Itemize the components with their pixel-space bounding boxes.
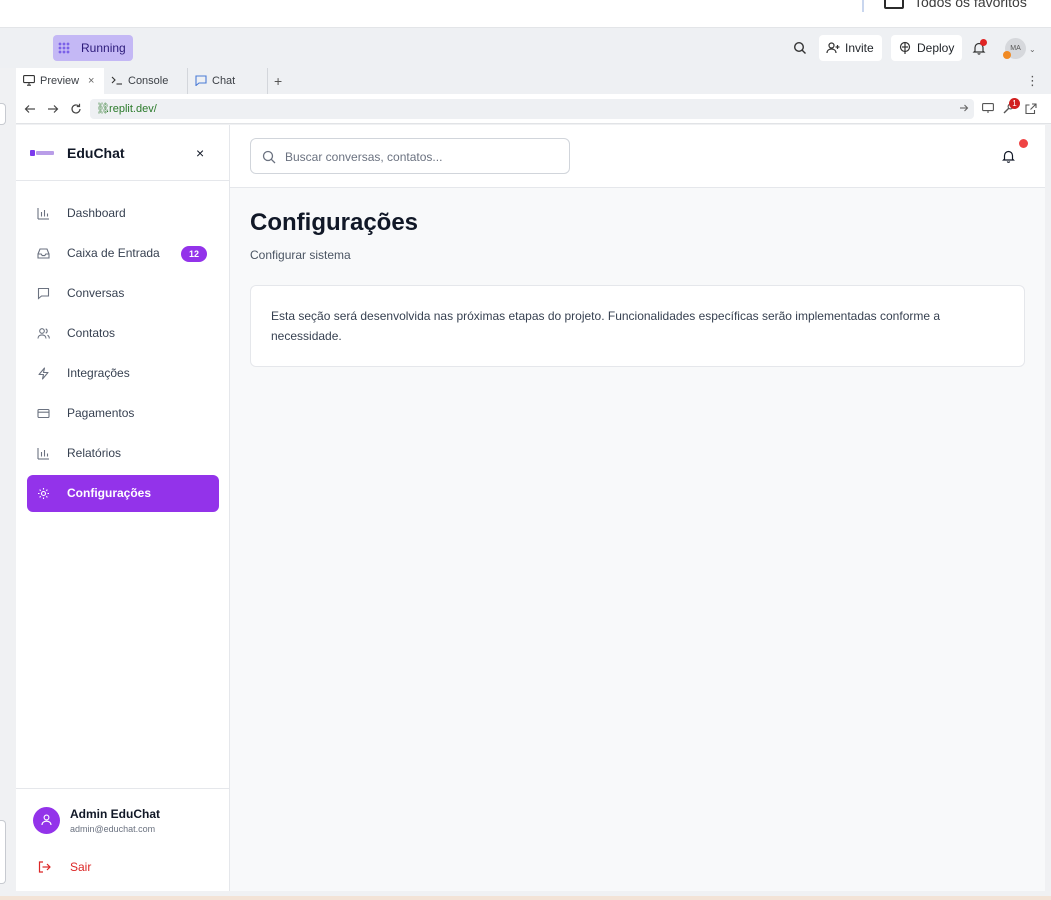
forward-arrow-icon[interactable]: [47, 103, 59, 115]
url-input[interactable]: ⛓.replit.dev/: [90, 99, 974, 119]
replit-header: Running Invite Deploy MA ⌄: [0, 28, 1051, 68]
sidebar-item-label: Configurações: [67, 486, 152, 500]
tab-chat[interactable]: Chat: [188, 68, 268, 94]
deploy-label: Deploy: [917, 41, 955, 55]
preview-url-bar: ⛓.replit.dev/ 1: [16, 94, 1051, 124]
search-input[interactable]: [285, 147, 555, 167]
info-card: Esta seção será desenvolvida nas próxima…: [250, 285, 1025, 367]
info-card-text: Esta seção será desenvolvida nas próxima…: [271, 309, 941, 343]
external-link-icon[interactable]: [1025, 103, 1037, 115]
credit-card-icon: [37, 408, 50, 419]
search-box: [250, 138, 570, 174]
sidebar-item-label: Caixa de Entrada: [67, 246, 160, 260]
main-topbar: [230, 125, 1045, 188]
add-tab-button[interactable]: +: [274, 68, 282, 94]
url-text: .replit.dev/: [106, 103, 157, 115]
sidebar-item-label: Pagamentos: [67, 406, 135, 420]
add-user-icon: [826, 42, 840, 54]
search-icon: [262, 150, 276, 164]
run-grid-icon[interactable]: [53, 35, 74, 61]
close-tab-icon[interactable]: ×: [88, 68, 94, 94]
notification-dot: [980, 39, 987, 46]
sidebar-item-label: Conversas: [67, 286, 125, 300]
sidebar-item-label: Dashboard: [67, 206, 126, 220]
chat-icon: [195, 75, 207, 86]
inbox-count-badge: 12: [181, 246, 208, 262]
message-square-icon: [37, 287, 50, 300]
invite-label: Invite: [845, 41, 874, 55]
chevron-down-icon[interactable]: ⌄: [1029, 45, 1036, 54]
all-favorites-link[interactable]: Todos os favoritos: [914, 0, 1027, 10]
avatar-status-dot: [1003, 51, 1011, 59]
favorites-separator: [862, 0, 864, 12]
bar-chart-icon: [37, 208, 49, 220]
tab-preview-label: Preview: [40, 75, 80, 87]
inbox-icon: [37, 248, 50, 259]
sidebar-item-reports[interactable]: Relatórios: [27, 435, 219, 472]
user-name: Admin EduChat: [70, 807, 160, 821]
sidebar-item-conversations[interactable]: Conversas: [27, 275, 219, 312]
window-bottom-edge: [0, 896, 1051, 900]
folder-icon[interactable]: [884, 0, 904, 9]
tab-console[interactable]: Console: [104, 68, 188, 94]
deploy-button[interactable]: Deploy: [891, 35, 963, 61]
sidebar-item-label: Relatórios: [67, 446, 122, 460]
more-options-icon[interactable]: ⋮: [1026, 68, 1039, 94]
logout-label: Sair: [70, 860, 92, 874]
back-arrow-icon[interactable]: [24, 103, 36, 115]
notifications-bell-icon[interactable]: [1002, 149, 1015, 163]
device-preview-icon[interactable]: [982, 103, 994, 114]
brand-name: EduChat: [67, 145, 125, 161]
monitor-icon: [23, 75, 35, 86]
favorites-bar: Todos os favoritos: [0, 0, 1051, 28]
sidebar-item-contacts[interactable]: Contatos: [27, 315, 219, 352]
tab-preview[interactable]: Preview ×: [16, 68, 104, 94]
educhat-logo: [30, 150, 56, 156]
search-icon[interactable]: [793, 41, 807, 55]
sidebar-item-settings[interactable]: Configurações: [27, 475, 219, 512]
sidebar: EduChat × Dashboard Caixa de Entrada 12 …: [16, 125, 230, 891]
users-icon: [37, 328, 50, 339]
sidebar-item-dashboard[interactable]: Dashboard: [27, 195, 219, 232]
sidebar-brand: EduChat ×: [16, 125, 229, 181]
notification-dot: [1019, 139, 1028, 148]
sidebar-nav: Dashboard Caixa de Entrada 12 Conversas: [27, 195, 219, 515]
running-status-button[interactable]: Running: [74, 35, 133, 61]
bar-chart-icon: [37, 448, 49, 460]
zap-icon: [38, 367, 49, 380]
left-panel-edge: [0, 103, 6, 125]
page-subtitle: Configurar sistema: [250, 248, 351, 262]
sidebar-item-label: Integrações: [67, 366, 130, 380]
tab-console-label: Console: [128, 75, 169, 87]
reload-icon[interactable]: [70, 103, 82, 115]
sidebar-item-inbox[interactable]: Caixa de Entrada 12: [27, 235, 219, 272]
invite-button[interactable]: Invite: [819, 35, 882, 61]
page-title: Configurações: [250, 209, 419, 236]
sidebar-footer: Admin EduChat admin@educhat.com Sair: [16, 788, 229, 891]
gear-icon: [38, 488, 49, 499]
educhat-app: EduChat × Dashboard Caixa de Entrada 12 …: [16, 125, 1045, 891]
go-arrow-icon[interactable]: [959, 103, 969, 113]
sidebar-item-integrations[interactable]: Integrações: [27, 355, 219, 392]
logout-button[interactable]: Sair: [38, 859, 91, 875]
sidebar-item-payments[interactable]: Pagamentos: [27, 395, 219, 432]
logout-icon: [38, 861, 51, 873]
tab-bar: Preview × Console Chat + ⋮: [16, 68, 1051, 94]
devtools-count-badge: 1: [1009, 98, 1020, 109]
deploy-icon: [899, 41, 911, 54]
sidebar-item-label: Contatos: [67, 326, 116, 340]
terminal-icon: [111, 76, 122, 85]
tab-chat-label: Chat: [212, 75, 236, 87]
user-email: admin@educhat.com: [70, 824, 156, 834]
left-panel-edge-bottom: [0, 820, 6, 884]
user-avatar-icon[interactable]: [33, 807, 60, 834]
close-sidebar-icon[interactable]: ×: [196, 145, 204, 161]
link-icon: ⛓: [96, 103, 110, 115]
